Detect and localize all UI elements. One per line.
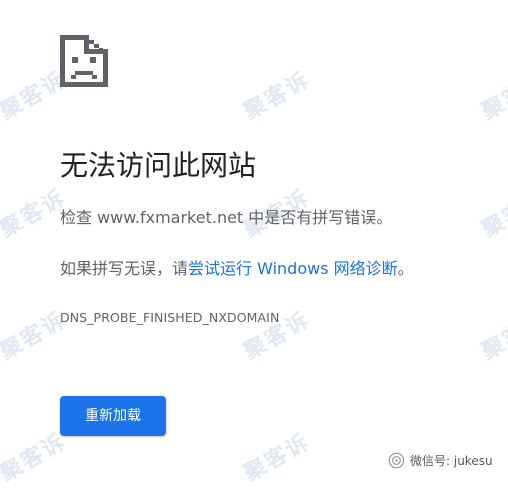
diagnostics-suggestion: 如果拼写无误，请尝试运行 Windows 网络诊断。 bbox=[60, 257, 414, 281]
spelling-check-message: 检查 www.fxmarket.net 中是否有拼写错误。 bbox=[60, 206, 392, 230]
watermark: 聚客诉 bbox=[477, 67, 508, 125]
check-prefix: 检查 bbox=[60, 208, 98, 227]
suggestion-suffix: 。 bbox=[397, 259, 414, 278]
page-title: 无法访问此网站 bbox=[60, 149, 257, 182]
suggestion-prefix: 如果拼写无误，请 bbox=[60, 259, 189, 278]
wechat-icon bbox=[388, 452, 405, 468]
watermark: 聚客诉 bbox=[239, 429, 315, 487]
check-suffix: 中是否有拼写错误。 bbox=[243, 208, 393, 227]
domain-name: www.fxmarket.net bbox=[97, 208, 244, 227]
network-diagnostics-link[interactable]: 尝试运行 Windows 网络诊断 bbox=[188, 259, 398, 278]
wechat-credit: 微信号: jukesu bbox=[388, 449, 493, 471]
wechat-id-label: 微信号: jukesu bbox=[410, 453, 493, 468]
watermark: 聚客诉 bbox=[239, 67, 315, 125]
sad-page-icon bbox=[60, 35, 108, 87]
error-code: DNS_PROBE_FINISHED_NXDOMAIN bbox=[60, 310, 280, 325]
watermark: 聚客诉 bbox=[477, 185, 508, 243]
watermark: 聚客诉 bbox=[477, 307, 508, 365]
reload-button[interactable]: 重新加载 bbox=[60, 396, 166, 436]
error-page: 聚客诉 聚客诉 聚客诉 聚客诉 聚客诉 聚客诉 聚客诉 聚客诉 聚客诉 聚客诉 … bbox=[0, 0, 508, 487]
